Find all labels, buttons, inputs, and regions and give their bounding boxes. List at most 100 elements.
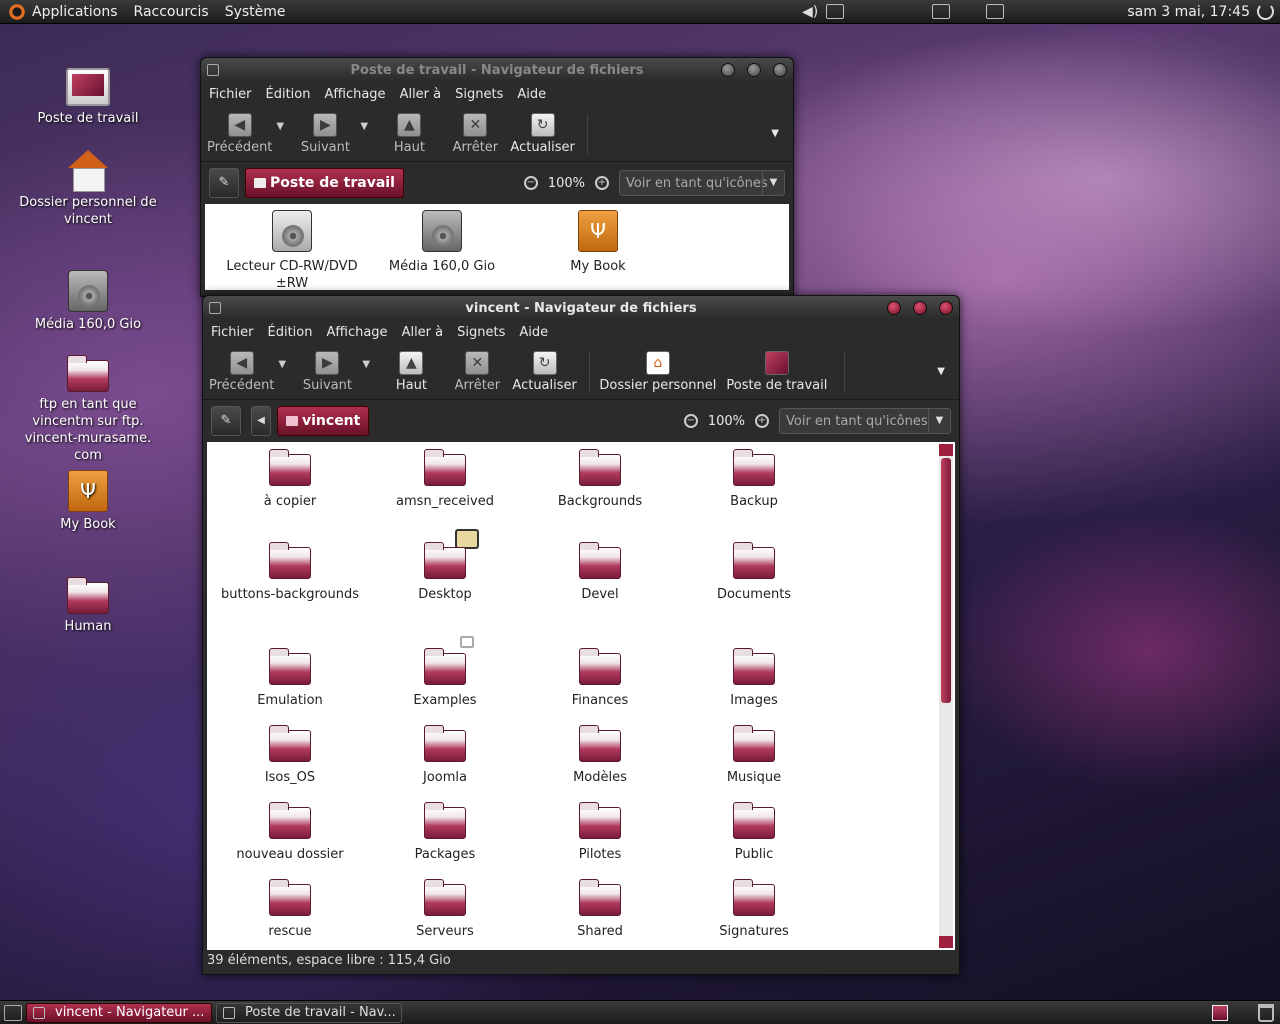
list-item[interactable]: Signatures [679, 879, 829, 940]
zoom-level[interactable]: 100% [708, 414, 745, 429]
show-desktop-icon[interactable] [4, 1004, 22, 1021]
menu-bookmarks[interactable]: Signets [457, 325, 505, 340]
window-menu-icon[interactable] [209, 302, 221, 314]
list-item[interactable]: Isos_OS [215, 725, 365, 786]
titlebar[interactable]: vincent - Navigateur de fichiers [203, 296, 959, 320]
forward-history-dropdown[interactable]: ▼ [362, 359, 376, 370]
network-icon[interactable] [932, 4, 950, 19]
list-item[interactable]: Pilotes [525, 802, 675, 863]
zoom-out-icon[interactable]: − [683, 414, 698, 428]
menu-edit[interactable]: Édition [266, 87, 311, 102]
breadcrumb-vincent[interactable]: vincent [277, 406, 370, 436]
desktop-icon-home[interactable]: Dossier personnel de vincent [13, 150, 163, 228]
window-poste-de-travail[interactable]: Poste de travail - Navigateur de fichier… [200, 57, 794, 297]
up-button[interactable]: ▲ Haut [378, 112, 440, 155]
list-item[interactable]: Desktop [370, 542, 520, 603]
list-item[interactable]: rescue [215, 879, 365, 940]
forward-button[interactable]: ▶ Suivant [296, 350, 358, 393]
reload-button[interactable]: ↻ Actualiser [510, 112, 575, 155]
menu-help[interactable]: Aide [519, 325, 548, 340]
taskbar-item-vincent[interactable]: vincent - Navigateur ... [26, 1002, 212, 1023]
desktop-icon-human[interactable]: Human [13, 577, 163, 635]
close-button[interactable] [773, 63, 787, 77]
zoom-level[interactable]: 100% [548, 176, 585, 191]
computer-button[interactable]: Poste de travail [722, 350, 832, 393]
list-item[interactable]: Public [679, 802, 829, 863]
trash-icon[interactable] [1258, 1004, 1274, 1022]
list-item[interactable]: Backgrounds [525, 449, 675, 510]
breadcrumb-left-arrow-icon[interactable]: ◀ [251, 406, 271, 436]
menu-go[interactable]: Aller à [402, 325, 444, 340]
list-item[interactable]: Finances [525, 648, 675, 709]
minimize-button[interactable] [887, 301, 901, 315]
back-button[interactable]: ◀ Précédent [209, 350, 274, 393]
menu-system[interactable]: Système [225, 4, 286, 20]
stop-button[interactable]: ✕ Arrêter [446, 350, 508, 393]
back-history-dropdown[interactable]: ▼ [276, 121, 290, 132]
edit-location-icon[interactable]: ✎ [209, 168, 239, 198]
menu-view[interactable]: Affichage [326, 325, 387, 340]
toolbar-overflow-icon[interactable]: ▼ [937, 366, 945, 377]
update-icon[interactable] [826, 4, 844, 19]
home-button[interactable]: ⌂ Dossier personnel [598, 350, 718, 393]
clock[interactable]: sam 3 mai, 17:45 [1127, 4, 1250, 20]
reload-button[interactable]: ↻ Actualiser [512, 350, 577, 393]
menu-edit[interactable]: Édition [268, 325, 313, 340]
ubuntu-logo-icon[interactable] [8, 2, 26, 21]
volume-icon[interactable]: ◀) [802, 4, 820, 20]
list-item[interactable]: buttons-backgrounds [215, 542, 365, 603]
minimize-button[interactable] [721, 63, 735, 77]
close-button[interactable] [939, 301, 953, 315]
toolbar-overflow-icon[interactable]: ▼ [771, 128, 779, 139]
menu-help[interactable]: Aide [517, 87, 546, 102]
scrollbar-thumb[interactable] [941, 458, 951, 703]
window-vincent[interactable]: vincent - Navigateur de fichiers Fichier… [202, 295, 960, 975]
taskbar-item-computer[interactable]: Poste de travail - Nav... [216, 1002, 402, 1023]
forward-history-dropdown[interactable]: ▼ [360, 121, 374, 132]
list-item[interactable]: Ψ My Book [523, 210, 673, 275]
up-button[interactable]: ▲ Haut [380, 350, 442, 393]
menu-go[interactable]: Aller à [400, 87, 442, 102]
list-item[interactable]: Emulation [215, 648, 365, 709]
menu-file[interactable]: Fichier [209, 87, 252, 102]
menu-applications[interactable]: Applications [32, 4, 118, 20]
list-item[interactable]: Examples [370, 648, 520, 709]
menu-bookmarks[interactable]: Signets [455, 87, 503, 102]
list-item[interactable]: Backup [679, 449, 829, 510]
list-item[interactable]: amsn_received [370, 449, 520, 510]
view-mode-select[interactable]: Voir en tant qu'icônes ▼ [779, 408, 951, 434]
list-item[interactable]: Shared [525, 879, 675, 940]
back-button[interactable]: ◀ Précédent [207, 112, 272, 155]
stop-button[interactable]: ✕ Arrêter [444, 112, 506, 155]
list-item[interactable]: Documents [679, 542, 829, 603]
view-mode-select[interactable]: Voir en tant qu'icônes ▼ [619, 170, 785, 196]
desktop-icon-mybook[interactable]: Ψ My Book [13, 470, 163, 533]
maximize-button[interactable] [747, 63, 761, 77]
power-icon[interactable] [1257, 3, 1274, 20]
scroll-up-icon[interactable] [939, 444, 953, 456]
menu-places[interactable]: Raccourcis [134, 4, 209, 20]
list-item[interactable]: Serveurs [370, 879, 520, 940]
menu-file[interactable]: Fichier [211, 325, 254, 340]
desktop-icon-media[interactable]: Média 160,0 Gio [13, 270, 163, 333]
window-menu-icon[interactable] [207, 64, 219, 76]
list-item[interactable]: Lecteur CD-RW/DVD ±RW [217, 210, 367, 292]
list-item[interactable]: Média 160,0 Gio [367, 210, 517, 275]
forward-button[interactable]: ▶ Suivant [294, 112, 356, 155]
titlebar[interactable]: Poste de travail - Navigateur de fichier… [201, 58, 793, 82]
list-item[interactable]: Joomla [370, 725, 520, 786]
workspace-switcher-icon[interactable] [1212, 1005, 1228, 1021]
terminal-icon[interactable] [986, 4, 1004, 19]
zoom-in-icon[interactable]: + [595, 176, 609, 190]
breadcrumb-computer[interactable]: Poste de travail [245, 168, 404, 198]
list-item[interactable]: à copier [215, 449, 365, 510]
list-item[interactable]: Modèles [525, 725, 675, 786]
desktop-icon-ftp[interactable]: ftp en tant que vincentm sur ftp. vincen… [13, 355, 163, 464]
list-item[interactable]: Packages [370, 802, 520, 863]
back-history-dropdown[interactable]: ▼ [278, 359, 292, 370]
zoom-in-icon[interactable]: + [755, 414, 769, 428]
vertical-scrollbar[interactable] [939, 444, 953, 948]
list-item[interactable]: Devel [525, 542, 675, 603]
maximize-button[interactable] [913, 301, 927, 315]
list-item[interactable]: Images [679, 648, 829, 709]
